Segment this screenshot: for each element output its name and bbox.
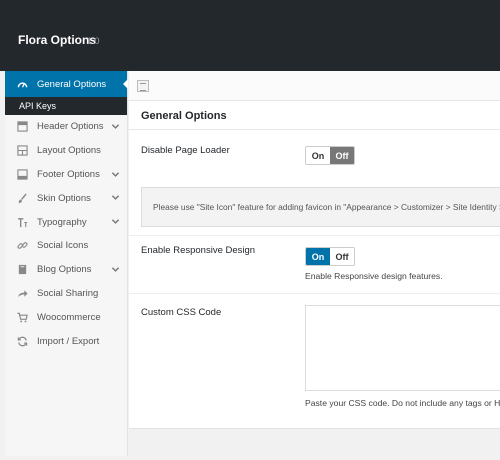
responsive-toggle[interactable]: On Off bbox=[305, 247, 355, 266]
row-divider bbox=[129, 235, 500, 236]
toggle-off-button[interactable]: Off bbox=[330, 248, 354, 265]
options-version: 1.0 bbox=[87, 36, 100, 46]
cart-icon bbox=[16, 311, 29, 324]
chevron-down-icon[interactable] bbox=[111, 193, 120, 202]
chevron-down-icon[interactable] bbox=[111, 265, 120, 274]
options-sidebar: General Options API Keys Header Options … bbox=[5, 71, 128, 456]
book-icon bbox=[16, 263, 29, 276]
sidebar-item-skin-options[interactable]: Skin Options bbox=[5, 186, 127, 210]
sidebar-item-label: Skin Options bbox=[37, 192, 91, 204]
sidebar-subitem-api-keys[interactable]: API Keys bbox=[5, 97, 127, 115]
refresh-icon bbox=[16, 335, 29, 348]
chevron-down-icon[interactable] bbox=[111, 217, 120, 226]
dashboard-icon bbox=[16, 78, 29, 91]
custom-css-textarea[interactable] bbox=[305, 305, 500, 391]
responsive-description: Enable Responsive design features. bbox=[305, 271, 443, 281]
toggle-off-button[interactable]: Off bbox=[330, 147, 354, 164]
sidebar-item-woocommerce[interactable]: Woocommerce bbox=[5, 305, 127, 329]
sidebar-item-general-options[interactable]: General Options bbox=[5, 71, 128, 97]
sidebar-item-label: Header Options bbox=[37, 121, 104, 133]
sidebar-item-label: Typography bbox=[37, 216, 87, 228]
sidebar-item-social-icons[interactable]: Social Icons bbox=[5, 234, 127, 258]
chevron-down-icon[interactable] bbox=[111, 122, 120, 131]
link-icon bbox=[16, 239, 29, 252]
chevron-down-icon[interactable] bbox=[111, 170, 120, 179]
sidebar-subitem-label: API Keys bbox=[19, 101, 57, 111]
sidebar-item-label: Footer Options bbox=[37, 168, 100, 180]
custom-css-description: Paste your CSS code. Do not include any … bbox=[305, 398, 500, 408]
sidebar-item-label: Layout Options bbox=[37, 145, 101, 157]
footer-icon bbox=[16, 168, 29, 181]
row-divider bbox=[129, 293, 500, 294]
typography-icon bbox=[16, 216, 29, 229]
sidebar-item-label: Social Icons bbox=[37, 240, 89, 252]
options-toolbar bbox=[129, 71, 500, 101]
sidebar-item-label: General Options bbox=[37, 78, 107, 90]
sidebar-item-footer-options[interactable]: Footer Options bbox=[5, 163, 127, 187]
page-loader-label: Disable Page Loader bbox=[141, 145, 230, 156]
brush-icon bbox=[16, 192, 29, 205]
section-title: General Options bbox=[141, 110, 227, 122]
sidebar-item-label: Blog Options bbox=[37, 264, 92, 276]
expand-icon[interactable] bbox=[137, 80, 149, 92]
section-divider bbox=[129, 129, 500, 130]
sidebar-item-layout-options[interactable]: Layout Options bbox=[5, 139, 127, 163]
sidebar-item-label: Social Sharing bbox=[37, 287, 99, 299]
sidebar-item-social-sharing[interactable]: Social Sharing bbox=[5, 282, 127, 306]
options-title: Flora Options bbox=[18, 33, 96, 47]
options-footer-bar bbox=[129, 428, 500, 456]
toggle-on-button[interactable]: On bbox=[306, 248, 330, 265]
options-content: General Options Disable Page Loader On O… bbox=[129, 71, 500, 456]
share-icon bbox=[16, 287, 29, 300]
responsive-label: Enable Responsive Design bbox=[141, 245, 256, 256]
toggle-on-button[interactable]: On bbox=[306, 147, 330, 164]
header-icon bbox=[16, 120, 29, 133]
sidebar-item-label: Import / Export bbox=[37, 335, 100, 347]
sidebar-item-header-options[interactable]: Header Options bbox=[5, 115, 127, 139]
admin-header: Flora Options 1.0 bbox=[0, 0, 500, 71]
sidebar-item-label: Woocommerce bbox=[37, 311, 101, 323]
favicon-notice: Please use "Site Icon" feature for addin… bbox=[141, 187, 500, 227]
sidebar-item-blog-options[interactable]: Blog Options bbox=[5, 258, 127, 282]
custom-css-label: Custom CSS Code bbox=[141, 307, 222, 318]
sidebar-item-typography[interactable]: Typography bbox=[5, 210, 127, 234]
layout-icon bbox=[16, 144, 29, 157]
sidebar-item-import-export[interactable]: Import / Export bbox=[5, 329, 127, 353]
page-loader-toggle[interactable]: On Off bbox=[305, 146, 355, 165]
